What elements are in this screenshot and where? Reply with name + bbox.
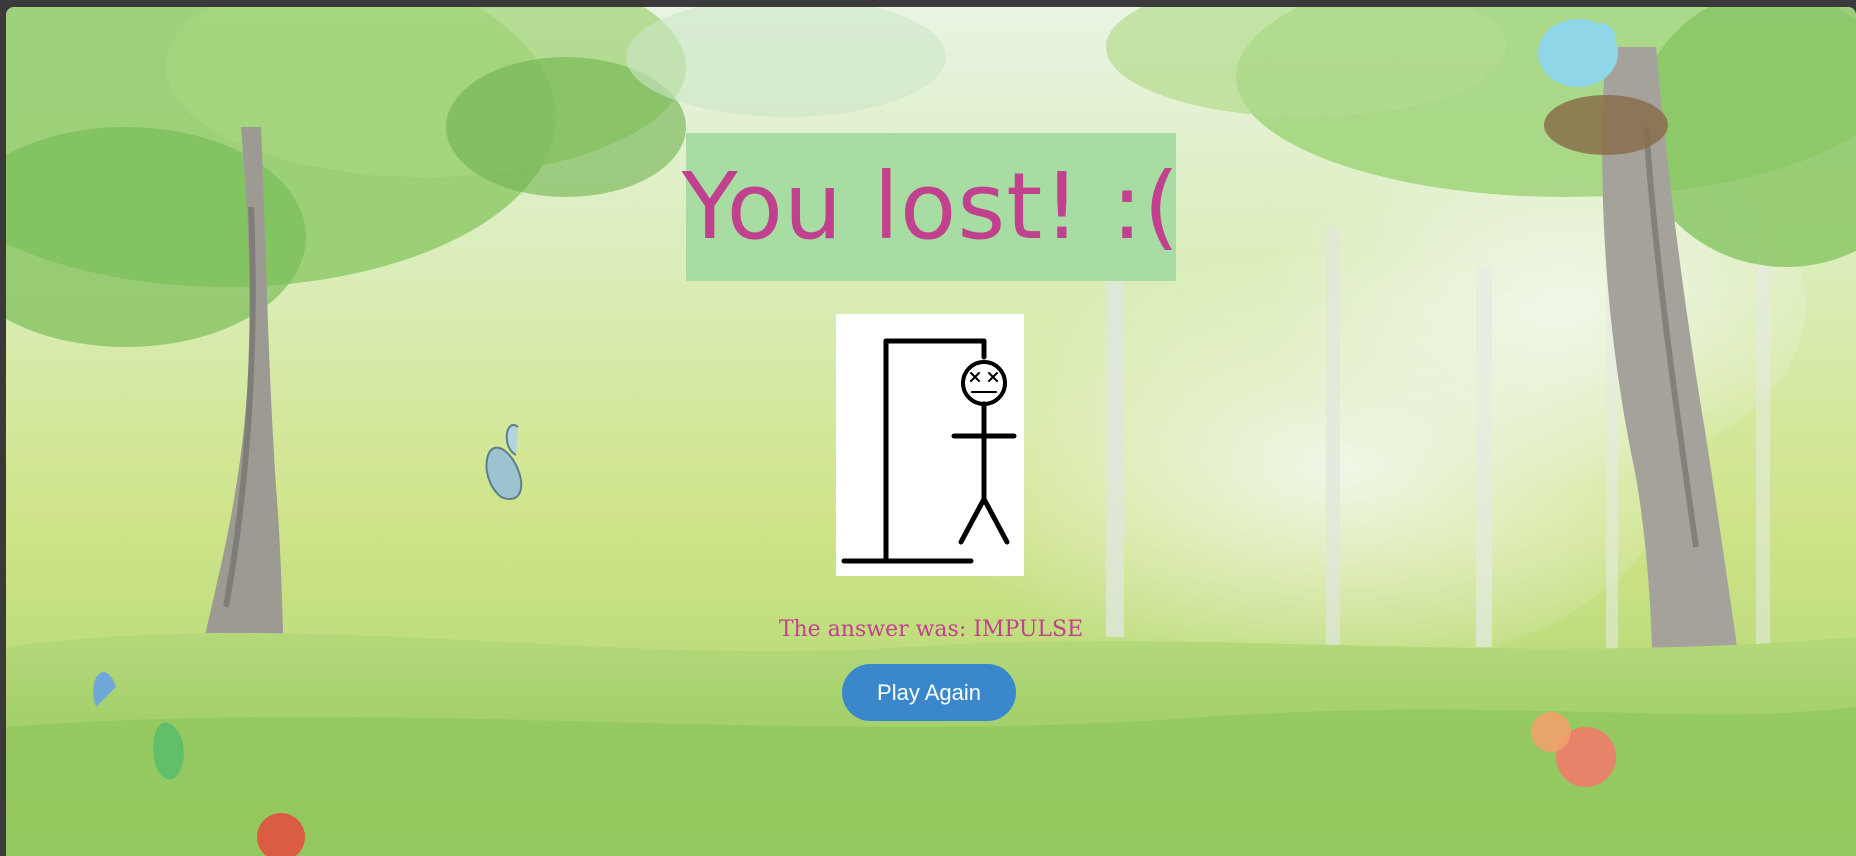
hangman-head (961, 360, 1007, 406)
hangman-right-leg (981, 496, 1010, 545)
game-over-panel: You lost! :(The answer was: IMPULSE Pla… (6, 7, 1856, 856)
game-window: You lost! :(The answer was: IMPULSE Pla… (6, 7, 1856, 856)
answer-reveal: The answer was: IMPULSE (778, 617, 1084, 642)
result-title: You lost! :( (681, 153, 1181, 260)
hangman-figure (836, 314, 1024, 576)
dead-face-icon (970, 372, 998, 393)
play-again-button[interactable]: Play Again (842, 664, 1016, 721)
result-banner: You lost! :( (682, 133, 1179, 281)
hangman-left-leg (958, 496, 987, 545)
